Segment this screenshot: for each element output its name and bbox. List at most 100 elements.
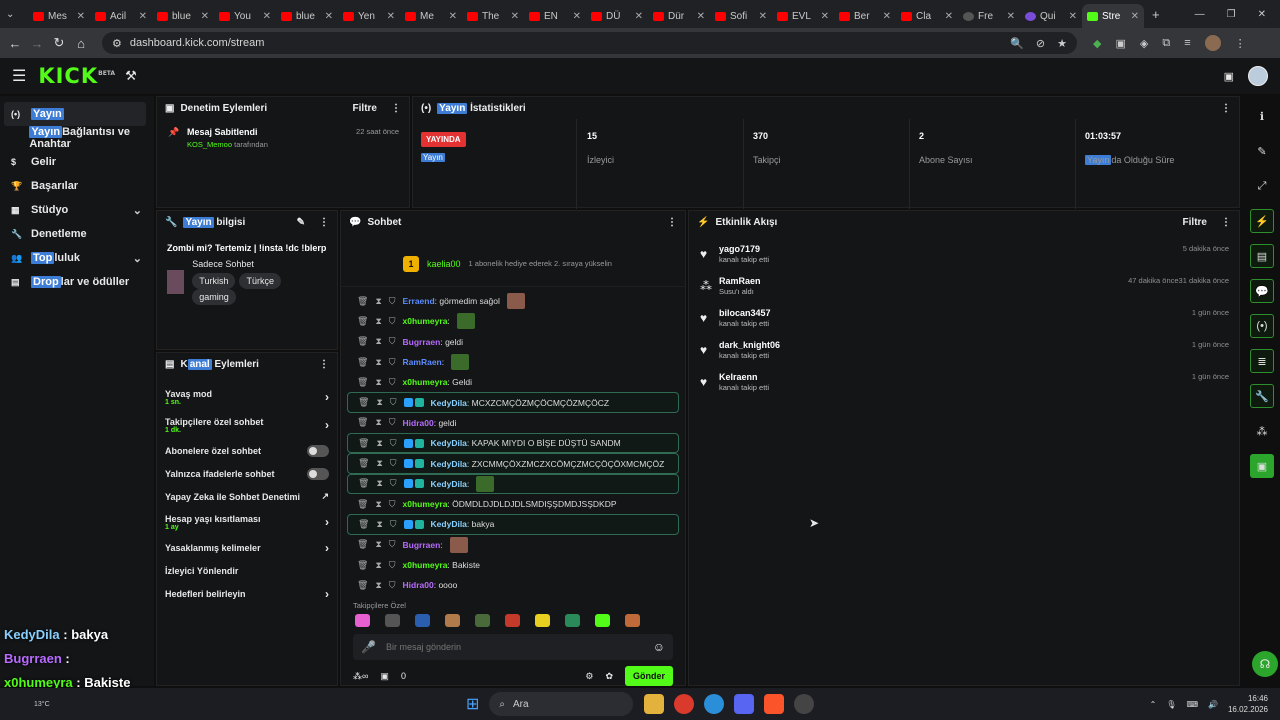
timeout-icon[interactable]: ⧗ — [376, 519, 382, 530]
chat-message[interactable]: 🗑 ⧗ ⛉ x0humeyra: ÖDMDLDJDLDJDLSMDIŞŞDMDJSŞD… — [347, 494, 679, 514]
emote-icon[interactable] — [355, 614, 370, 628]
category-name[interactable]: Sadece Sohbet — [192, 259, 327, 269]
hammer-icon[interactable]: ⚒ — [125, 68, 137, 84]
bookmark-star-icon[interactable]: ★ — [1057, 37, 1067, 50]
browser-tab[interactable]: blue ✕ — [276, 4, 338, 28]
chat-username[interactable]: x0humeyra — [403, 499, 448, 509]
broadcast-icon[interactable]: (•) — [1250, 314, 1274, 338]
close-tab-icon[interactable]: ✕ — [759, 11, 767, 22]
chat-username[interactable]: Bugrraen — [403, 540, 441, 550]
more-icon[interactable]: ⋮ — [667, 217, 677, 228]
close-tab-icon[interactable]: ✕ — [387, 11, 395, 22]
user-avatar[interactable] — [1248, 66, 1268, 86]
timeout-icon[interactable]: ⧗ — [376, 397, 382, 408]
chat-username[interactable]: x0humeyra — [403, 560, 448, 570]
chat-message[interactable]: 🗑 ⧗ ⛉ x0humeyra: Geldi — [347, 372, 679, 392]
ban-icon[interactable]: ⛉ — [389, 499, 396, 510]
chat-message[interactable]: 🗑 ⧗ ⛉ KedyDila: bakya — [347, 514, 679, 535]
delete-icon[interactable]: 🗑 — [358, 438, 369, 449]
browser-tab[interactable]: Me ✕ — [400, 4, 462, 28]
chat-message[interactable]: 🗑 ⧗ ⛉ Bugrraen: geldi — [347, 332, 679, 352]
delete-icon[interactable]: 🗑 — [357, 336, 368, 347]
timeout-icon[interactable]: ⧗ — [375, 580, 381, 591]
reload-icon[interactable]: ↻ — [48, 35, 70, 51]
emote-icon[interactable] — [535, 614, 550, 628]
playlist-icon[interactable]: ≡ — [1184, 37, 1190, 49]
ban-icon[interactable]: ⛉ — [390, 397, 397, 408]
delete-icon[interactable]: 🗑 — [358, 458, 369, 469]
activity-event[interactable]: ♥ yago7179 kanalı takip etti 5 dakika önce — [689, 241, 1239, 273]
close-window-icon[interactable]: ✕ — [1258, 9, 1266, 20]
chat-input-box[interactable]: 🎤 ☺ — [353, 634, 673, 661]
ban-icon[interactable]: ⛉ — [389, 377, 396, 388]
brave-icon[interactable] — [764, 694, 785, 714]
emote-icon[interactable] — [565, 614, 580, 628]
chat-message[interactable]: 🗑 ⧗ ⛉ Bugrraen: — [347, 535, 679, 555]
delete-icon[interactable]: 🗑 — [357, 560, 368, 571]
windows-start-icon[interactable]: ⊞ — [466, 694, 479, 714]
points-icon[interactable]: ⁂ — [1250, 419, 1274, 443]
emoji-icon[interactable]: ☺ — [653, 640, 665, 654]
close-tab-icon[interactable]: ✕ — [945, 11, 953, 22]
close-tab-icon[interactable]: ✕ — [201, 11, 209, 22]
chat-username[interactable]: Bugrraen — [403, 337, 441, 347]
network-icon[interactable]: ⌨ — [1186, 700, 1198, 709]
chat-message[interactable]: 🗑 ⧗ ⛉ RamRaen: — [347, 352, 679, 372]
browser-tab[interactable]: Stre ✕ — [1082, 4, 1144, 28]
delete-icon[interactable]: 🗑 — [357, 377, 368, 388]
browser-tab[interactable]: Yen ✕ — [338, 4, 400, 28]
ban-icon[interactable]: ⛉ — [389, 357, 396, 368]
browser-tab[interactable]: Mes ✕ — [28, 4, 90, 28]
sidebar-item[interactable]: (•) Yayın — [4, 102, 146, 126]
channel-action-row[interactable]: Yalnızca ifadelerle sohbet — [157, 462, 337, 485]
channel-action-row[interactable]: Abonelere özel sohbet — [157, 439, 337, 462]
more-icon[interactable]: ⋮ — [319, 217, 329, 228]
chat-username[interactable]: KedyDila — [431, 459, 467, 469]
browser-tab[interactable]: blue ✕ — [152, 4, 214, 28]
browser-tab[interactable]: You ✕ — [214, 4, 276, 28]
weather-widget[interactable]: 13°C — [0, 701, 62, 708]
close-tab-icon[interactable]: ✕ — [139, 11, 147, 22]
more-icon[interactable]: ⋮ — [319, 359, 329, 370]
timeout-icon[interactable]: ⧗ — [376, 478, 382, 489]
points-icon[interactable]: ⁂∞ — [353, 671, 368, 682]
extension-badge-icon[interactable]: ▣ — [1115, 37, 1125, 50]
browser-tab[interactable]: Qui ✕ — [1020, 4, 1082, 28]
ban-icon[interactable]: ⛉ — [389, 560, 396, 571]
cam-icon[interactable]: ▣ — [1224, 70, 1234, 83]
event-user[interactable]: Kelraenn — [719, 369, 1239, 382]
delete-icon[interactable]: 🗑 — [357, 357, 368, 368]
info-icon[interactable]: ℹ — [1250, 104, 1274, 128]
pencil-icon[interactable]: ✎ — [1250, 139, 1274, 163]
timeout-icon[interactable]: ⧗ — [376, 458, 382, 469]
volume-icon[interactable]: 🔊 — [1208, 700, 1218, 709]
chat-username[interactable]: x0humeyra — [403, 377, 448, 387]
browser-tab[interactable]: EVL ✕ — [772, 4, 834, 28]
settings-icon[interactable]: ⚙ — [585, 671, 593, 682]
tray-chevron-icon[interactable]: ⌃ — [1150, 700, 1157, 709]
emote-icon[interactable] — [415, 614, 430, 628]
new-tab-icon[interactable]: + — [1152, 7, 1160, 22]
chat-username[interactable]: Hidra00 — [403, 580, 434, 590]
obs-icon[interactable] — [794, 694, 815, 714]
notes-icon[interactable]: ▤ — [1250, 244, 1274, 268]
browser-tab[interactable]: Acil ✕ — [90, 4, 152, 28]
taskbar-search[interactable]: ⌕ Ara — [489, 692, 634, 716]
close-tab-icon[interactable]: ✕ — [1131, 11, 1139, 22]
ban-icon[interactable]: ⛉ — [389, 316, 396, 327]
sidebar-item[interactable]: ▦ Stüdyo ⌄ — [0, 198, 154, 222]
eye-off-icon[interactable]: ⊘ — [1036, 37, 1045, 50]
stack-icon[interactable]: ≣ — [1250, 349, 1274, 373]
activity-event[interactable]: ⁂ RamRaen Susu'ı aldı 47 dakika önce31 daki… — [689, 273, 1239, 305]
chat-message[interactable]: 🗑 ⧗ ⛉ KedyDila: — [347, 473, 679, 494]
tag-chip[interactable]: Turkish — [192, 273, 236, 289]
mod-tools-icon[interactable]: ✿ — [605, 671, 613, 682]
minimize-icon[interactable]: — — [1195, 9, 1205, 20]
channel-action-row[interactable]: Hedefleri belirleyin › — [157, 582, 337, 605]
timeout-icon[interactable]: ⧗ — [375, 336, 381, 347]
channel-action-row[interactable]: Yasaklanmış kelimeler › — [157, 536, 337, 559]
home-icon[interactable]: ⌂ — [70, 36, 92, 51]
close-tab-icon[interactable]: ✕ — [635, 11, 643, 22]
browser-tab[interactable]: Ber ✕ — [834, 4, 896, 28]
puzzle-icon[interactable]: ⧉ — [1162, 37, 1170, 50]
